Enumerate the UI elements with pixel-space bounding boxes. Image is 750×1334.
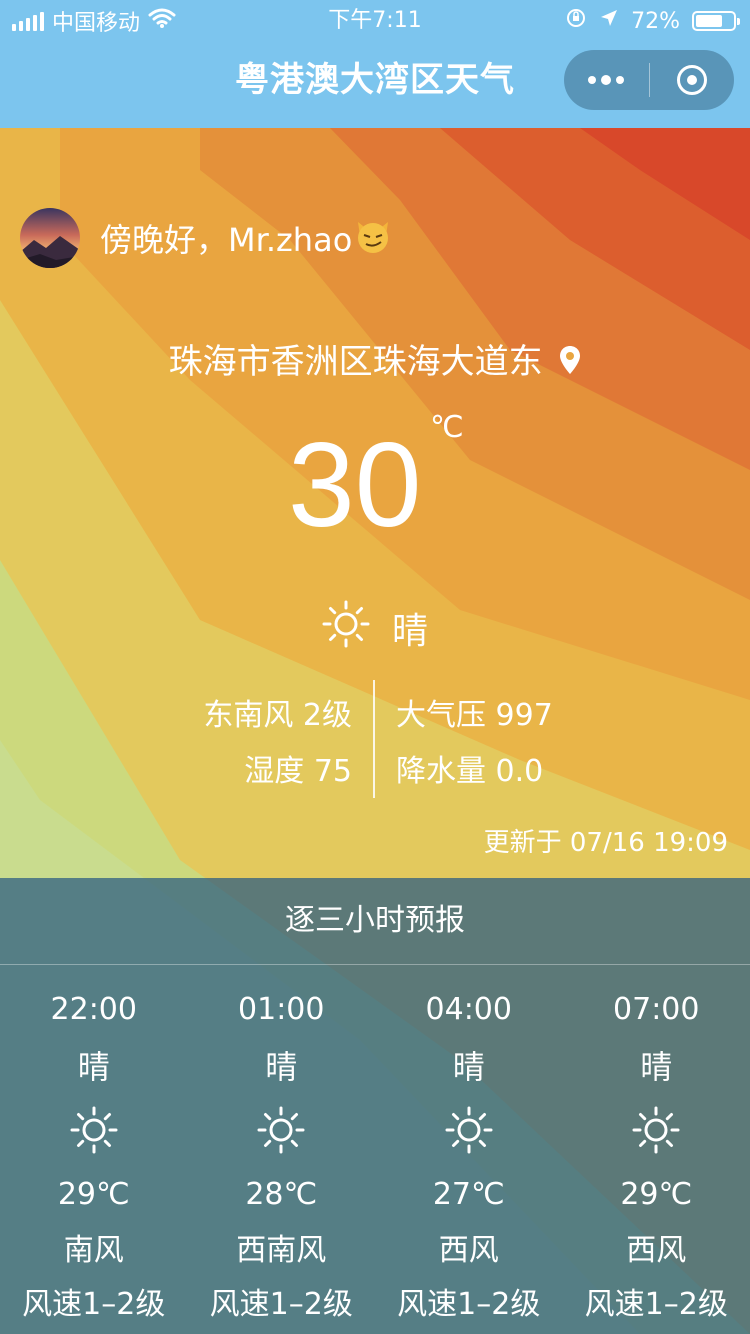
location-pin-icon: [559, 344, 581, 384]
more-button[interactable]: [564, 50, 649, 110]
greeting-row: 傍晚好，Mr.zhao: [20, 208, 392, 268]
forecast-sun-icon: [188, 1105, 376, 1155]
battery-icon: [692, 11, 740, 31]
precipitation-text: 降水量 0.0: [396, 754, 544, 789]
close-button[interactable]: [650, 50, 735, 110]
forecast-wind-direction: 西南风: [236, 1233, 327, 1268]
battery-percent: 72%: [631, 8, 680, 34]
current-condition-row: 晴: [0, 600, 750, 652]
forecast-sun-icon: [563, 1105, 750, 1155]
wind-text: 东南风 2级: [203, 698, 352, 733]
details-divider: [373, 680, 375, 798]
location-text: 珠海市香洲区珠海大道东: [168, 342, 543, 382]
forecast-temperature: 28℃: [245, 1177, 318, 1212]
forecast-sun-icon: [0, 1105, 188, 1155]
humidity-text: 湿度 75: [244, 754, 352, 789]
forecast-wind-speed: 风速1–2级: [22, 1287, 166, 1322]
forecast-sun-icon: [375, 1105, 563, 1155]
current-temperature: 30: [288, 418, 422, 552]
forecast-title: 逐三小时预报: [0, 878, 750, 965]
three-hour-forecast-panel: 逐三小时预报 22:00 晴 29℃ 南风 风速1–2级 01:00 晴 28℃…: [0, 878, 750, 1334]
forecast-temperature: 29℃: [57, 1177, 130, 1212]
forecast-wind-direction: 南风: [63, 1233, 124, 1268]
forecast-time: 01:00: [238, 992, 325, 1027]
forecast-item: 22:00 晴 29℃ 南风 风速1–2级: [0, 965, 188, 1325]
forecast-wind-speed: 风速1–2级: [584, 1287, 728, 1322]
forecast-time: 04:00: [425, 992, 512, 1027]
forecast-wind-direction: 西风: [626, 1233, 687, 1268]
forecast-item: 04:00 晴 27℃ 西风 风速1–2级: [375, 965, 563, 1325]
sun-icon: [322, 600, 370, 657]
orientation-lock-icon: [565, 7, 587, 35]
forecast-wind-direction: 西风: [438, 1233, 499, 1268]
mini-program-capsule: [564, 50, 734, 110]
more-dots-icon: [588, 75, 625, 85]
forecast-condition: 晴: [452, 1048, 485, 1086]
forecast-wind-speed: 风速1–2级: [397, 1287, 541, 1322]
forecast-columns: 22:00 晴 29℃ 南风 风速1–2级 01:00 晴 28℃ 西南风 风速…: [0, 965, 750, 1325]
forecast-item: 01:00 晴 28℃ 西南风 风速1–2级: [188, 965, 376, 1325]
greeting-text: 傍晚好，Mr.zhao: [100, 221, 353, 259]
forecast-wind-speed: 风速1–2级: [209, 1287, 353, 1322]
location-arrow-icon: [599, 8, 619, 34]
forecast-time: 07:00: [613, 992, 700, 1027]
forecast-time: 22:00: [50, 992, 137, 1027]
forecast-temperature: 29℃: [620, 1177, 693, 1212]
location-row[interactable]: 珠海市香洲区珠海大道东: [0, 334, 750, 384]
forecast-condition: 晴: [77, 1048, 110, 1086]
forecast-condition: 晴: [640, 1048, 673, 1086]
updated-time: 更新于 07/16 19:09: [483, 828, 728, 858]
pressure-text: 大气压 997: [396, 698, 553, 733]
forecast-temperature: 27℃: [432, 1177, 505, 1212]
temperature-unit: ℃: [430, 410, 464, 445]
smirk-cat-icon: [354, 218, 392, 258]
avatar[interactable]: [20, 208, 80, 268]
status-bar: 中国移动 下午7:11 72%: [0, 0, 750, 42]
nav-bar: 粤港澳大湾区天气: [0, 42, 750, 128]
current-condition-text: 晴: [391, 611, 428, 652]
weather-details: 东南风 2级 湿度 75 大气压 997 降水量 0.0: [0, 680, 750, 800]
target-circle-icon: [676, 65, 707, 95]
forecast-item: 07:00 晴 29℃ 西风 风速1–2级: [563, 965, 750, 1325]
forecast-condition: 晴: [265, 1048, 298, 1086]
